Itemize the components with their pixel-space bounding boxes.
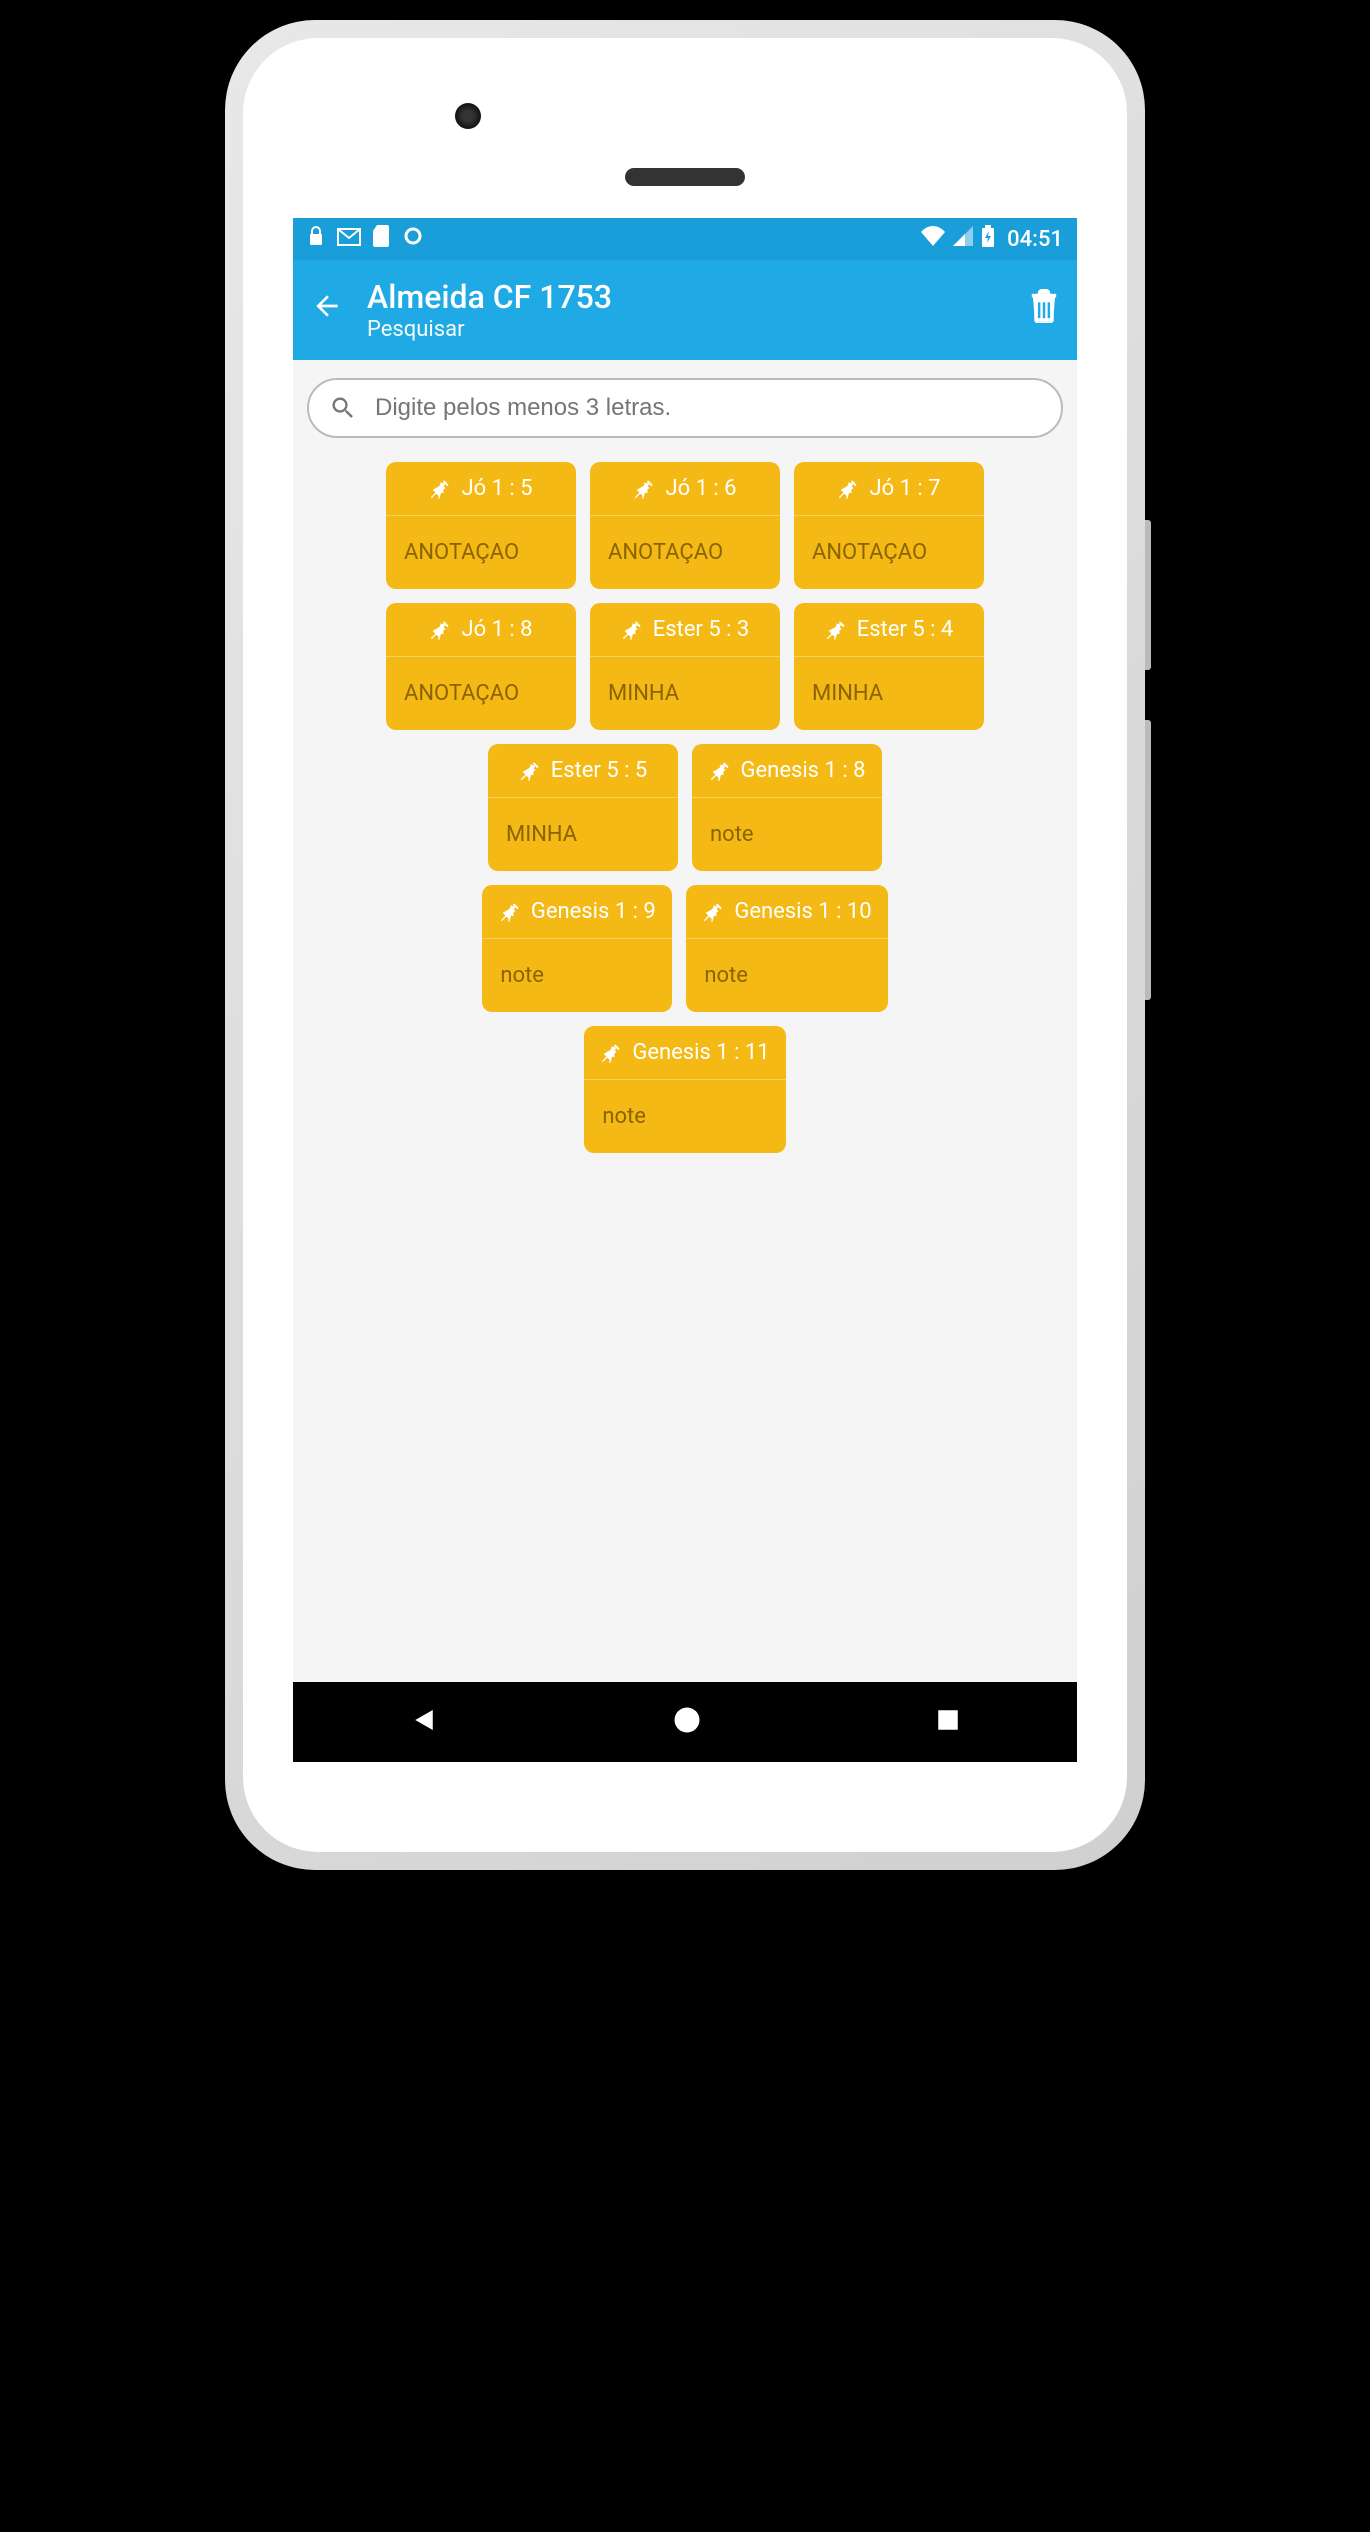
pin-icon <box>600 1042 622 1064</box>
card-header: Genesis 1 : 8 <box>692 744 882 798</box>
note-text: ANOTAÇAO <box>590 516 780 589</box>
status-bar: 04:51 <box>293 218 1077 260</box>
power-button <box>1145 520 1151 670</box>
circle-icon <box>403 226 423 252</box>
battery-icon <box>981 225 995 253</box>
sd-card-icon <box>373 225 391 253</box>
verse-reference: Ester 5 : 5 <box>551 758 648 783</box>
note-text: ANOTAÇAO <box>794 516 984 589</box>
phone-frame: 04:51 Almeida CF 1753 Pesquisar <box>225 20 1145 1870</box>
wifi-icon <box>921 226 945 252</box>
note-card[interactable]: Genesis 1 : 9 note <box>482 885 672 1012</box>
card-row: Jó 1 : 5ANOTAÇAOJó 1 : 6ANOTAÇAOJó 1 : 7… <box>307 462 1063 589</box>
pin-icon <box>702 901 724 923</box>
note-card[interactable]: Jó 1 : 7 ANOTAÇAO <box>794 462 984 589</box>
volume-button <box>1145 720 1151 1000</box>
pin-icon <box>429 619 451 641</box>
note-card[interactable]: Jó 1 : 6 ANOTAÇAO <box>590 462 780 589</box>
lock-icon <box>307 225 325 253</box>
status-clock: 04:51 <box>1007 227 1063 252</box>
verse-reference: Genesis 1 : 10 <box>734 899 871 924</box>
note-text: note <box>692 798 882 871</box>
card-row: Genesis 1 : 11 note <box>307 1026 1063 1153</box>
nav-home-button[interactable] <box>672 1705 702 1739</box>
verse-reference: Ester 5 : 3 <box>653 617 750 642</box>
notes-grid: Jó 1 : 5ANOTAÇAOJó 1 : 6ANOTAÇAOJó 1 : 7… <box>293 452 1077 1682</box>
pin-icon <box>519 760 541 782</box>
note-card[interactable]: Jó 1 : 5 ANOTAÇAO <box>386 462 576 589</box>
card-header: Ester 5 : 5 <box>488 744 678 798</box>
note-text: MINHA <box>794 657 984 730</box>
nav-recent-button[interactable] <box>935 1707 961 1737</box>
verse-reference: Genesis 1 : 9 <box>531 899 656 924</box>
note-text: MINHA <box>590 657 780 730</box>
app-bar: Almeida CF 1753 Pesquisar <box>293 260 1077 360</box>
verse-reference: Jó 1 : 8 <box>461 617 532 642</box>
app-title: Almeida CF 1753 <box>367 278 1029 316</box>
note-text: ANOTAÇAO <box>386 516 576 589</box>
card-row: Ester 5 : 5 MINHA Genesis 1 : 8 note <box>307 744 1063 871</box>
note-text: note <box>686 939 887 1012</box>
signal-icon <box>953 226 973 252</box>
note-card[interactable]: Genesis 1 : 10 note <box>686 885 887 1012</box>
back-button[interactable] <box>311 289 343 331</box>
nav-back-button[interactable] <box>409 1705 439 1739</box>
delete-button[interactable] <box>1029 289 1059 332</box>
search-container <box>293 360 1077 452</box>
status-left <box>307 225 423 253</box>
note-card[interactable]: Genesis 1 : 11 note <box>584 1026 785 1153</box>
card-header: Ester 5 : 4 <box>794 603 984 657</box>
card-header: Genesis 1 : 9 <box>482 885 672 939</box>
note-text: note <box>482 939 672 1012</box>
card-row: Jó 1 : 8ANOTAÇAOEster 5 : 3MINHAEster 5 … <box>307 603 1063 730</box>
note-text: ANOTAÇAO <box>386 657 576 730</box>
pin-icon <box>499 901 521 923</box>
verse-reference: Jó 1 : 6 <box>665 476 736 501</box>
verse-reference: Genesis 1 : 8 <box>741 758 866 783</box>
phone-bezel: 04:51 Almeida CF 1753 Pesquisar <box>243 38 1127 1852</box>
verse-reference: Jó 1 : 5 <box>461 476 532 501</box>
status-right: 04:51 <box>921 225 1063 253</box>
card-header: Ester 5 : 3 <box>590 603 780 657</box>
pin-icon <box>709 760 731 782</box>
card-header: Jó 1 : 6 <box>590 462 780 516</box>
earpiece-speaker <box>625 168 745 186</box>
pin-icon <box>633 478 655 500</box>
card-row: Genesis 1 : 9 note Genesis 1 : 10 note <box>307 885 1063 1012</box>
navigation-bar <box>293 1682 1077 1762</box>
card-header: Jó 1 : 8 <box>386 603 576 657</box>
card-header: Genesis 1 : 10 <box>686 885 887 939</box>
pin-icon <box>429 478 451 500</box>
search-box[interactable] <box>307 378 1063 438</box>
search-input[interactable] <box>375 394 1041 422</box>
pin-icon <box>621 619 643 641</box>
app-titles: Almeida CF 1753 Pesquisar <box>367 278 1029 341</box>
front-camera <box>455 103 481 129</box>
app-subtitle: Pesquisar <box>367 317 1029 342</box>
note-card[interactable]: Ester 5 : 4 MINHA <box>794 603 984 730</box>
note-card[interactable]: Genesis 1 : 8 note <box>692 744 882 871</box>
card-header: Jó 1 : 5 <box>386 462 576 516</box>
card-header: Genesis 1 : 11 <box>584 1026 785 1080</box>
verse-reference: Ester 5 : 4 <box>857 617 954 642</box>
screen: 04:51 Almeida CF 1753 Pesquisar <box>293 218 1077 1762</box>
note-card[interactable]: Ester 5 : 3 MINHA <box>590 603 780 730</box>
note-text: MINHA <box>488 798 678 871</box>
verse-reference: Jó 1 : 7 <box>869 476 940 501</box>
verse-reference: Genesis 1 : 11 <box>632 1040 769 1065</box>
mail-icon <box>337 227 361 252</box>
pin-icon <box>825 619 847 641</box>
note-card[interactable]: Jó 1 : 8 ANOTAÇAO <box>386 603 576 730</box>
note-text: note <box>584 1080 785 1153</box>
search-icon <box>329 394 357 422</box>
card-header: Jó 1 : 7 <box>794 462 984 516</box>
pin-icon <box>837 478 859 500</box>
note-card[interactable]: Ester 5 : 5 MINHA <box>488 744 678 871</box>
